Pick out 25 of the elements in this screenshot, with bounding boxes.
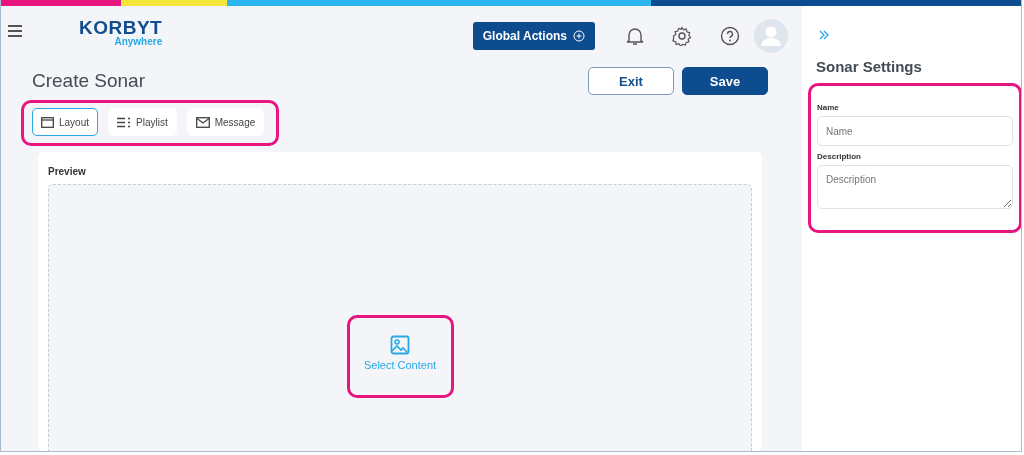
- logo-wordmark: KORBYT: [79, 17, 163, 37]
- expand-icon[interactable]: [819, 30, 829, 40]
- field-label: Name: [817, 103, 840, 112]
- window-icon: [41, 116, 54, 128]
- logo-tagline: Anywhere: [114, 36, 163, 47]
- panel-title: Sonar Settings: [816, 58, 923, 75]
- envelope-icon: [195, 116, 210, 128]
- tab[interactable]: Message: [186, 108, 265, 136]
- description-field[interactable]: Description: [817, 165, 1013, 209]
- bell-icon[interactable]: [626, 26, 644, 46]
- save-button[interactable]: Save: [682, 67, 768, 95]
- tab[interactable]: Layout: [32, 108, 99, 136]
- list-icon: [117, 116, 132, 128]
- settings-icon[interactable]: [672, 26, 692, 46]
- page-title: Create Sonar: [32, 70, 145, 92]
- preview-label: Preview: [48, 166, 87, 177]
- plus-circle-icon: [573, 30, 585, 42]
- field-label: Description: [817, 152, 862, 161]
- name-field[interactable]: Name: [817, 116, 1013, 146]
- image-icon: [390, 335, 410, 355]
- tab[interactable]: Playlist: [108, 108, 177, 136]
- help-icon[interactable]: [720, 26, 740, 46]
- global-actions-button[interactable]: Global Actions: [472, 22, 595, 50]
- exit-button[interactable]: Exit: [588, 67, 674, 95]
- menu-icon[interactable]: [7, 24, 23, 38]
